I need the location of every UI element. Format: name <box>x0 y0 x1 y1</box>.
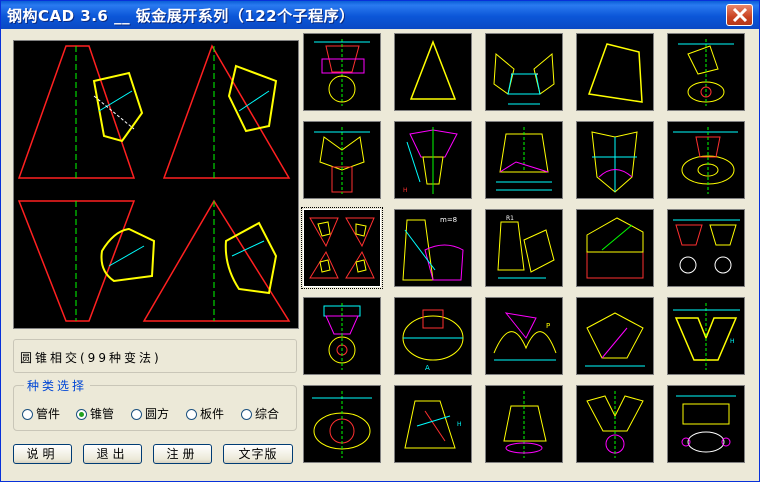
thumbnail-4[interactable] <box>576 33 654 111</box>
thumbnail-15[interactable] <box>667 209 745 287</box>
thumbnail-24[interactable] <box>576 385 654 463</box>
category-group-legend: 种类选择 <box>24 377 91 394</box>
window-title: 钢构CAD 3.6 __ 钣金展开系列（122个子程序） <box>7 7 355 25</box>
close-button[interactable] <box>726 4 753 26</box>
text-version-button[interactable]: 文字版 <box>223 444 293 464</box>
thumbnail-9[interactable] <box>576 121 654 199</box>
thumbnail-1[interactable] <box>303 33 381 111</box>
thumbnail-label: m=8 <box>440 216 457 224</box>
thumbnail-11[interactable] <box>301 207 383 289</box>
preview-canvas <box>13 40 299 329</box>
radio-round-square[interactable]: 圆方 <box>131 405 169 422</box>
radio-pipe[interactable]: 管件 <box>22 405 60 422</box>
thumbnail-18[interactable]: P <box>485 297 563 375</box>
radio-indicator <box>22 409 33 420</box>
thumbnail-label: H <box>730 338 735 345</box>
exit-button[interactable]: 退出 <box>83 444 142 464</box>
thumbnail-label: H <box>457 421 462 428</box>
svg-text:H: H <box>403 187 408 194</box>
radio-indicator <box>241 409 252 420</box>
thumbnail-13[interactable]: R1 <box>485 209 563 287</box>
radio-label: 锥管 <box>90 407 115 421</box>
thumbnail-16[interactable] <box>303 297 381 375</box>
radio-cone-pipe[interactable]: 锥管 <box>76 405 114 422</box>
thumbnail-3[interactable] <box>485 33 563 111</box>
thumbnail-20[interactable]: H <box>667 297 745 375</box>
radio-combined[interactable]: 综合 <box>241 405 279 422</box>
thumbnail-23[interactable] <box>485 385 563 463</box>
thumbnail-10[interactable] <box>667 121 745 199</box>
thumbnail-label: R1 <box>506 215 514 222</box>
radio-label: 综合 <box>255 407 280 421</box>
thumbnail-2[interactable] <box>394 33 472 111</box>
thumbnail-5[interactable] <box>667 33 745 111</box>
thumbnail-25[interactable] <box>667 385 745 463</box>
thumbnail-14[interactable] <box>576 209 654 287</box>
thumbnail-8[interactable] <box>485 121 563 199</box>
thumbnail-6[interactable] <box>303 121 381 199</box>
description-panel: 圆锥相交(99种变法) <box>13 339 297 373</box>
category-group: 种类选择 管件 锥管 圆方 板件 综合 <box>13 377 297 431</box>
radio-label: 板件 <box>200 407 225 421</box>
thumbnail-19[interactable] <box>576 297 654 375</box>
help-button[interactable]: 说明 <box>13 444 72 464</box>
cone-intersection-drawing <box>17 44 291 322</box>
description-text: 圆锥相交(99种变法) <box>20 351 162 365</box>
radio-label: 圆方 <box>145 407 170 421</box>
radio-indicator <box>131 409 142 420</box>
radio-label: 管件 <box>36 407 61 421</box>
close-icon <box>732 8 748 22</box>
thumbnail-label: A <box>425 364 430 372</box>
thumbnail-21[interactable] <box>303 385 381 463</box>
title-bar[interactable]: 钢构CAD 3.6 __ 钣金展开系列（122个子程序） <box>1 1 759 29</box>
thumbnail-12[interactable]: m=8 <box>394 209 472 287</box>
register-button[interactable]: 注册 <box>153 444 212 464</box>
radio-plate[interactable]: 板件 <box>186 405 224 422</box>
thumbnail-7[interactable]: H <box>394 121 472 199</box>
app-window: 钢构CAD 3.6 __ 钣金展开系列（122个子程序） 圆锥相交(99种变法)… <box>0 0 760 482</box>
thumbnail-22[interactable]: H <box>394 385 472 463</box>
thumbnail-label: P <box>546 322 550 330</box>
radio-indicator-selected <box>76 409 87 420</box>
radio-indicator <box>186 409 197 420</box>
thumbnail-17[interactable]: A <box>394 297 472 375</box>
